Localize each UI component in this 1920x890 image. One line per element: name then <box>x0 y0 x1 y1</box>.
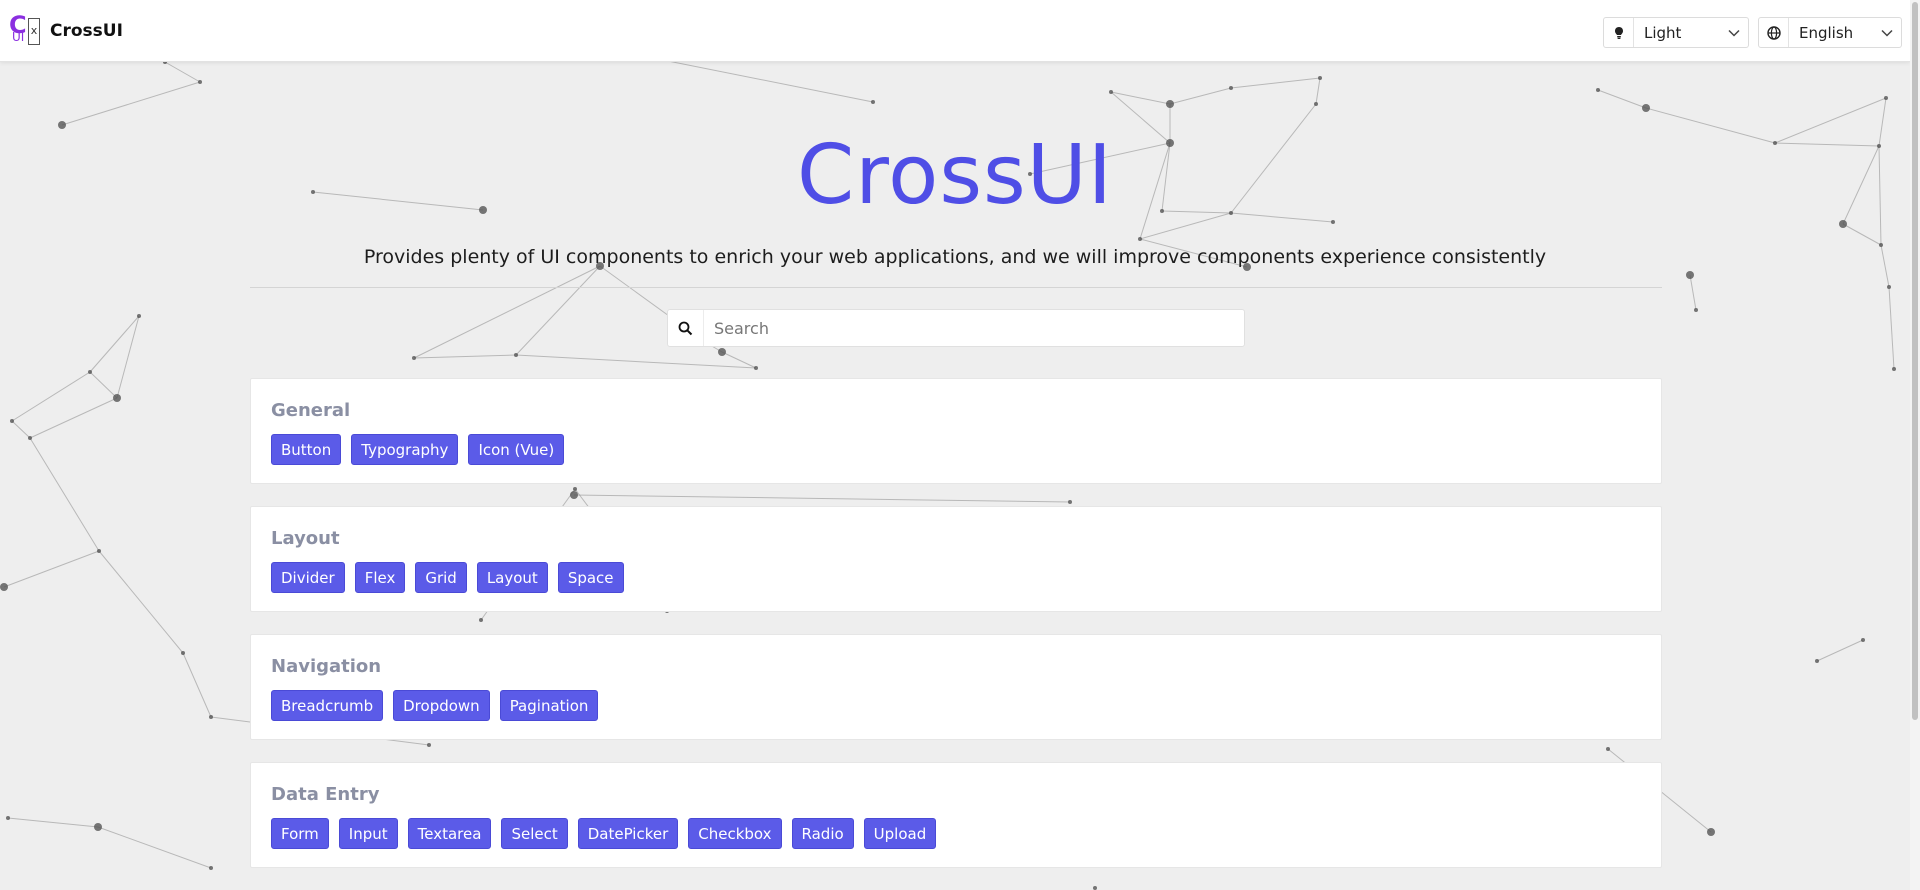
search-icon <box>668 310 704 346</box>
hero-title: CrossUI <box>797 128 1113 223</box>
section-title: Layout <box>271 528 340 549</box>
language-select-value: English <box>1799 23 1854 42</box>
section-data-entry: Data Entry Form Input Textarea Select Da… <box>250 762 1662 868</box>
component-tag-icon-vue[interactable]: Icon (Vue) <box>468 434 565 465</box>
section-title: General <box>271 400 351 421</box>
component-tag-layout[interactable]: Layout <box>476 562 548 593</box>
bulb-icon <box>1604 18 1634 47</box>
section-layout: Layout Divider Flex Grid Layout Space <box>250 506 1662 612</box>
component-tag-divider[interactable]: Divider <box>271 562 345 593</box>
hero-divider <box>250 287 1662 288</box>
component-tag-list: Breadcrumb Dropdown Pagination <box>271 690 1661 721</box>
theme-select-value: Light <box>1644 23 1682 42</box>
component-tag-datepicker[interactable]: DatePicker <box>577 818 679 849</box>
component-tag-upload[interactable]: Upload <box>863 818 937 849</box>
component-tag-input[interactable]: Input <box>338 818 398 849</box>
top-navigation-bar: C UI x CrossUI Light English <box>0 0 1910 62</box>
globe-icon <box>1759 18 1789 47</box>
component-tag-form[interactable]: Form <box>271 818 329 849</box>
section-general: General Button Typography Icon (Vue) <box>250 378 1662 484</box>
component-tag-list: Divider Flex Grid Layout Space <box>271 562 1661 593</box>
component-tag-checkbox[interactable]: Checkbox <box>688 818 782 849</box>
component-tag-typography[interactable]: Typography <box>351 434 459 465</box>
component-tag-list: Form Input Textarea Select DatePicker Ch… <box>271 818 1661 849</box>
component-tag-grid[interactable]: Grid <box>415 562 467 593</box>
hero-subtitle: Provides plenty of UI components to enri… <box>363 246 1547 268</box>
section-title: Navigation <box>271 656 382 677</box>
component-tag-list: Button Typography Icon (Vue) <box>271 434 1661 465</box>
chevron-down-icon <box>1873 29 1901 37</box>
component-tag-button[interactable]: Button <box>271 434 342 465</box>
component-tag-textarea[interactable]: Textarea <box>407 818 492 849</box>
component-tag-radio[interactable]: Radio <box>791 818 854 849</box>
section-navigation: Navigation Breadcrumb Dropdown Paginatio… <box>250 634 1662 740</box>
component-tag-select[interactable]: Select <box>501 818 568 849</box>
crossui-logo: C UI x <box>9 11 41 47</box>
chevron-down-icon <box>1720 29 1748 37</box>
component-tag-breadcrumb[interactable]: Breadcrumb <box>271 690 384 721</box>
component-tag-flex[interactable]: Flex <box>354 562 406 593</box>
section-title: Data Entry <box>271 784 380 805</box>
theme-select[interactable]: Light <box>1603 17 1749 48</box>
component-tag-pagination[interactable]: Pagination <box>499 690 599 721</box>
scrollbar-thumb[interactable] <box>1912 2 1918 720</box>
hero: CrossUI Provides plenty of UI components… <box>0 62 1910 288</box>
component-tag-dropdown[interactable]: Dropdown <box>393 690 490 721</box>
search-box <box>667 309 1245 347</box>
component-tag-space[interactable]: Space <box>557 562 624 593</box>
page-scrollbar[interactable] <box>1910 0 1920 890</box>
brand[interactable]: C UI x CrossUI <box>9 11 123 47</box>
search-input[interactable] <box>704 310 1244 346</box>
language-select[interactable]: English <box>1758 17 1902 48</box>
brand-name: CrossUI <box>50 21 123 41</box>
